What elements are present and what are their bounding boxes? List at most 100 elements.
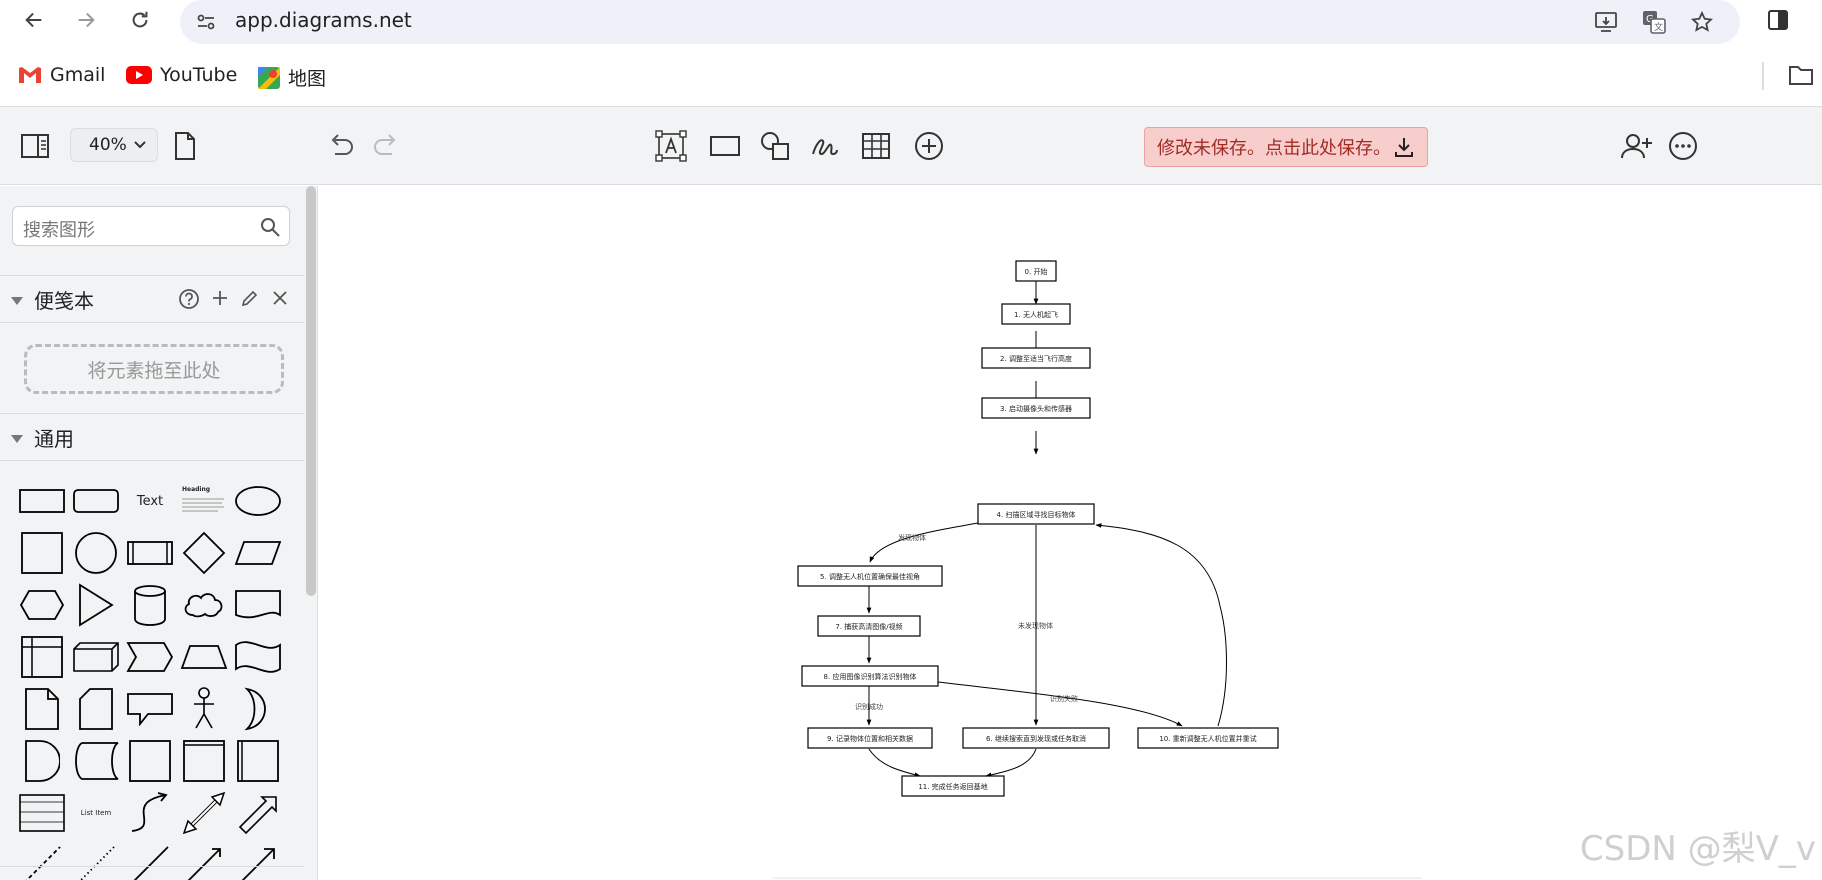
zoom-select[interactable]: 40%: [70, 128, 158, 162]
redo-icon[interactable]: [369, 129, 403, 163]
shape-circle[interactable]: [70, 528, 122, 578]
shape-directional-connector[interactable]: [178, 840, 230, 880]
node-label: 11. 完成任务返回基地: [918, 782, 987, 791]
shape-curve-connector[interactable]: [124, 788, 176, 838]
shape-card[interactable]: [70, 684, 122, 734]
shape-internal-storage[interactable]: [16, 632, 68, 682]
youtube-icon: [126, 66, 152, 84]
shape-dotted-line[interactable]: [70, 840, 122, 880]
bookmarks-divider: [1762, 62, 1764, 90]
shape-bidirectional-arrow[interactable]: [178, 788, 230, 838]
flowchart-node-11[interactable]: 11. 完成任务返回基地: [901, 775, 1005, 797]
bookmark-youtube[interactable]: YouTube: [126, 64, 237, 86]
flowchart-node-9[interactable]: 9. 记录物体位置和相关数据: [807, 727, 933, 749]
help-icon[interactable]: [178, 288, 200, 315]
shape-diamond[interactable]: [178, 528, 230, 578]
flowchart-node-3[interactable]: 3. 启动摄像头和传感器: [981, 397, 1091, 419]
shape-triangle[interactable]: [70, 580, 122, 630]
shape-list[interactable]: [16, 788, 68, 838]
more-options-icon[interactable]: [1666, 129, 1700, 163]
shape-data-storage[interactable]: [70, 736, 122, 786]
install-app-icon[interactable]: [1590, 6, 1622, 38]
shape-note[interactable]: [16, 684, 68, 734]
shape-square-plain[interactable]: [124, 736, 176, 786]
shape-rectangle[interactable]: [16, 476, 68, 526]
general-shapes-header[interactable]: 通用: [0, 413, 304, 461]
flowchart-node-7[interactable]: 7. 捕获高清图像/视频: [817, 615, 921, 637]
shape-hexagon[interactable]: [16, 580, 68, 630]
flowchart-node-1[interactable]: 1. 无人机起飞: [1001, 303, 1071, 325]
edge-label-success: 识别成功: [855, 702, 883, 711]
shape-actor[interactable]: [178, 684, 230, 734]
shape-trapezoid[interactable]: [178, 632, 230, 682]
translate-icon[interactable]: G文: [1638, 6, 1670, 38]
rectangle-tool-icon[interactable]: [708, 129, 742, 163]
edit-pencil-icon[interactable]: [240, 288, 260, 315]
flowchart-node-8[interactable]: 8. 应用图像识别算法识别物体: [801, 665, 939, 687]
bookmark-star-icon[interactable]: [1686, 6, 1718, 38]
unsaved-changes-button[interactable]: 修改未保存。点击此处保存。: [1144, 127, 1428, 167]
flowchart-node-6[interactable]: 6. 继续搜索直到发现或任务取消: [962, 727, 1110, 749]
shape-vertical-box[interactable]: [232, 736, 284, 786]
shape-search-input[interactable]: 搜索图形: [12, 206, 290, 246]
bookmark-maps[interactable]: 地图: [258, 64, 326, 91]
edge-8-10: [937, 681, 1183, 727]
shape-line[interactable]: [124, 840, 176, 880]
shape-heading-textbox[interactable]: Heading: [178, 476, 230, 526]
scratchpad-title: 便笺本: [34, 288, 94, 313]
text-tool-icon[interactable]: [654, 129, 688, 163]
node-label: 9. 记录物体位置和相关数据: [827, 734, 913, 743]
format-panel-toggle-icon[interactable]: [18, 129, 52, 163]
flowchart-node-0[interactable]: 0. 开始: [1015, 260, 1057, 282]
save-banner-text: 修改未保存。点击此处保存。: [1157, 138, 1391, 159]
shape-text[interactable]: Text: [124, 476, 176, 526]
shape-or[interactable]: [232, 684, 284, 734]
sidebar-scrollbar[interactable]: [306, 186, 316, 596]
flowchart-node-5[interactable]: 5. 调整无人机位置确保最佳视角: [797, 565, 943, 587]
share-user-add-icon[interactable]: [1620, 129, 1654, 163]
insert-plus-icon[interactable]: [912, 129, 946, 163]
shape-cube[interactable]: [70, 632, 122, 682]
sidebar-bottom-divider: [0, 866, 304, 867]
shape-arrow[interactable]: [232, 788, 284, 838]
shape-tape[interactable]: [232, 632, 284, 682]
shape-header-box[interactable]: [178, 736, 230, 786]
site-settings-icon[interactable]: [194, 10, 218, 34]
shape-cloud[interactable]: [178, 580, 230, 630]
shape-connector-arrow[interactable]: [232, 840, 284, 880]
shape-dashed-line[interactable]: [16, 840, 68, 880]
scratchpad-header[interactable]: 便笺本: [0, 275, 304, 323]
shape-ellipse[interactable]: [232, 476, 284, 526]
diagram-canvas[interactable]: 发现物体 未发现物体 识别成功 识别失败 0. 开始 1. 无人机起飞 2. 调…: [320, 186, 1822, 880]
shape-step[interactable]: [124, 632, 176, 682]
bookmark-gmail[interactable]: Gmail: [18, 64, 105, 86]
side-panel-icon[interactable]: [1764, 6, 1792, 34]
shape-list-item[interactable]: List Item: [70, 788, 122, 838]
forward-icon[interactable]: [72, 6, 100, 34]
close-icon[interactable]: [270, 288, 290, 315]
freehand-tool-icon[interactable]: [808, 129, 842, 163]
shapes-tool-icon[interactable]: [758, 129, 792, 163]
add-icon[interactable]: [210, 288, 230, 315]
flowchart-node-2[interactable]: 2. 调整至适当飞行高度: [981, 347, 1091, 369]
shape-document[interactable]: [232, 580, 284, 630]
scratchpad-drop-zone[interactable]: 将元素拖至此处: [24, 344, 284, 394]
search-icon[interactable]: [259, 216, 281, 243]
undo-icon[interactable]: [324, 129, 358, 163]
shape-cylinder[interactable]: [124, 580, 176, 630]
shape-square[interactable]: [16, 528, 68, 578]
bookmarks-bar: Gmail YouTube 地图: [0, 56, 1822, 96]
shape-process[interactable]: [124, 528, 176, 578]
shape-parallelogram[interactable]: [232, 528, 284, 578]
reload-icon[interactable]: [126, 6, 154, 34]
bookmarks-folder-icon[interactable]: [1788, 64, 1814, 90]
shape-rounded-rectangle[interactable]: [70, 476, 122, 526]
flowchart-node-4[interactable]: 4. 扫描区域寻找目标物体: [977, 503, 1095, 525]
address-bar[interactable]: app.diagrams.net G文: [180, 0, 1740, 44]
shape-delay[interactable]: [16, 736, 68, 786]
back-icon[interactable]: [20, 6, 48, 34]
table-tool-icon[interactable]: [859, 129, 893, 163]
page-icon[interactable]: [168, 129, 202, 163]
flowchart-node-10[interactable]: 10. 重新调整无人机位置并重试: [1137, 727, 1279, 749]
shape-callout[interactable]: [124, 684, 176, 734]
